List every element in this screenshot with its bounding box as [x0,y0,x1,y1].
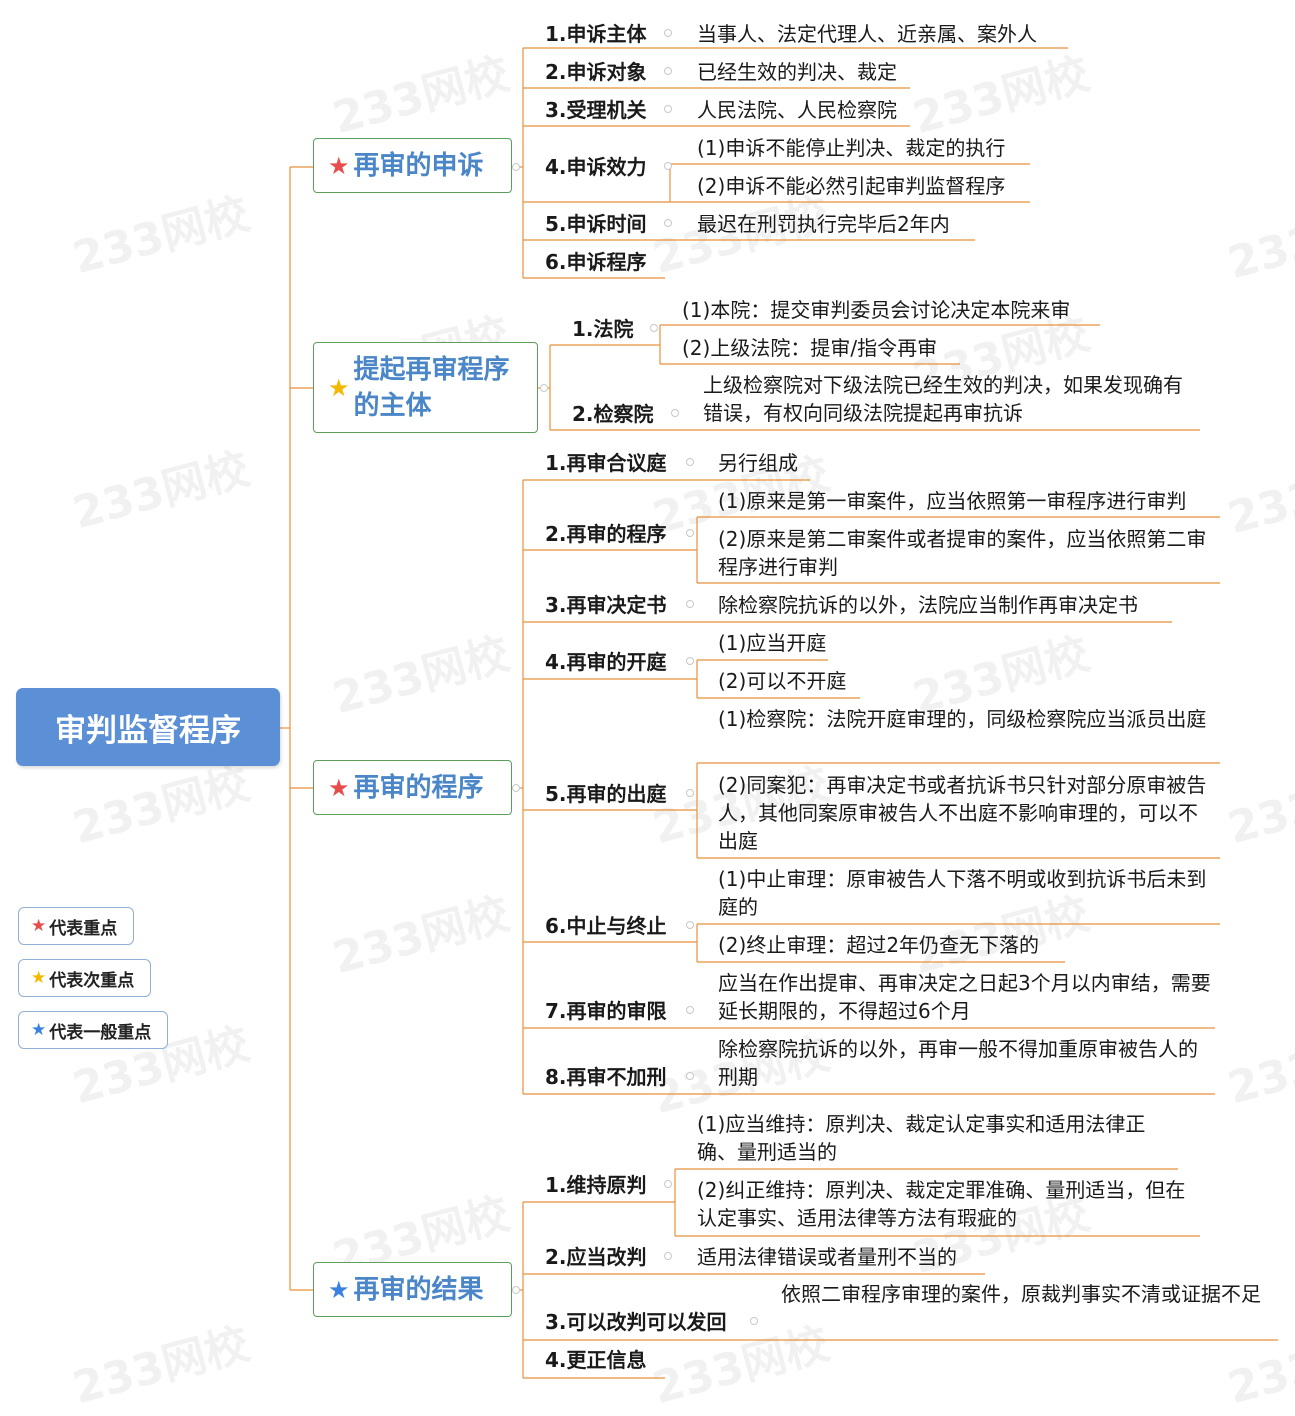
collapse-icon[interactable] [686,529,694,537]
topic-detail: 已经生效的判决、裁定 [697,60,897,84]
topic-detail: 适用法律错误或者量刑不当的 [697,1245,957,1269]
topic-detail: (2)上级法院：提审/指令再审 [682,336,938,360]
topic-label[interactable]: 2.再审的程序 [545,520,667,548]
collapse-icon[interactable] [664,29,672,37]
star-key-icon: ★ [328,151,350,180]
topic-label[interactable]: 7.再审的审限 [545,997,667,1025]
star-secondary-icon: ★ [31,968,47,988]
topic-detail: (2)纠正维持：原判决、裁定定罪准确、量刑适当，但在认定事实、适用法律等方法有瑕… [697,1178,1186,1230]
branch-label: 再审的申诉 [353,150,484,181]
topic-label[interactable]: 4.更正信息 [545,1346,647,1374]
topic-detail: 应当在作出提审、再审决定之日起3个月以内审结，需要延长期限的，不得超过6个月 [718,971,1211,1023]
branch-label: 提起再审程序 的主体 [353,354,510,421]
topic-detail: (1)原来是第一审案件，应当依照第一审程序进行审判 [718,489,1187,513]
collapse-icon[interactable] [664,219,672,227]
topic-detail: (2)可以不开庭 [718,669,847,693]
topic-label[interactable]: 2.检察院 [572,400,654,428]
topic-label[interactable]: 4.再审的开庭 [545,648,667,676]
topic-detail: (2)申诉不能必然引起审判监督程序 [697,174,1006,198]
branch-initiating-subject[interactable]: ★ 提起再审程序 的主体 [313,342,538,433]
collapse-icon[interactable] [664,1252,672,1260]
topic-detail: (1)中止审理：原审被告人下落不明或收到抗诉书后未到庭的 [718,867,1207,919]
topic-label[interactable]: 5.申诉时间 [545,210,647,238]
collapse-icon[interactable] [664,67,672,75]
topic-label[interactable]: 4.申诉效力 [545,153,647,181]
collapse-icon[interactable] [750,1317,758,1325]
topic-label[interactable]: 1.法院 [572,315,634,343]
collapse-icon[interactable] [686,921,694,929]
collapse-icon[interactable] [512,784,520,792]
topic-detail: 另行组成 [718,451,798,475]
collapse-icon[interactable] [686,458,694,466]
topic-detail: (2)终止审理：超过2年仍查无下落的 [718,933,1040,957]
root-label: 审判监督程序 [55,712,241,749]
branch-appeal[interactable]: ★ 再审的申诉 [313,138,512,193]
topic-detail: (2)原来是第二审案件或者提审的案件，应当依照第二审程序进行审判 [718,527,1207,579]
collapse-icon[interactable] [512,163,520,171]
topic-detail: 依照二审程序审理的案件，原裁判事实不清或证据不足 [781,1282,1261,1306]
collapse-icon[interactable] [650,324,658,332]
star-key-icon: ★ [328,773,350,802]
topic-label[interactable]: 1.申诉主体 [545,20,647,48]
topic-detail: (1)检察院：法院开庭审理的，同级检察院应当派员出庭 [718,707,1207,731]
collapse-icon[interactable] [664,105,672,113]
topic-label[interactable]: 2.申诉对象 [545,58,647,86]
branch-retrial-result[interactable]: ★ 再审的结果 [313,1262,512,1317]
collapse-icon[interactable] [686,1006,694,1014]
star-general-icon: ★ [31,1020,47,1040]
topic-label[interactable]: 2.应当改判 [545,1243,647,1271]
collapse-icon[interactable] [540,384,548,392]
topic-detail: 当事人、法定代理人、近亲属、案外人 [697,22,1037,46]
collapse-icon[interactable] [512,1286,520,1294]
collapse-icon[interactable] [671,409,679,417]
topic-detail: (1)本院：提交审判委员会讨论决定本院来审 [682,298,1071,322]
legend-secondary: ★ 代表次重点 [18,959,151,997]
topic-label[interactable]: 6.中止与终止 [545,912,667,940]
topic-label[interactable]: 8.再审不加刑 [545,1063,667,1091]
legend-general: ★ 代表一般重点 [18,1011,168,1049]
topic-detail: (1)申诉不能停止判决、裁定的执行 [697,136,1006,160]
topic-label[interactable]: 6.申诉程序 [545,248,647,276]
topic-detail: 上级检察院对下级法院已经生效的判决，如果发现确有错误，有权向同级法院提起再审抗诉 [703,373,1183,425]
topic-detail: (2)同案犯：再审决定书或者抗诉书只针对部分原审被告人，其他同案原审被告人不出庭… [718,773,1207,853]
topic-label[interactable]: 1.再审合议庭 [545,449,667,477]
collapse-icon[interactable] [664,1180,672,1188]
star-key-icon: ★ [31,916,47,936]
collapse-icon[interactable] [686,789,694,797]
legend-key: ★ 代表重点 [18,907,134,945]
branch-retrial-procedure[interactable]: ★ 再审的程序 [313,760,512,815]
topic-detail: 人民法院、人民检察院 [697,98,897,122]
topic-label[interactable]: 1.维持原判 [545,1171,647,1199]
topic-label[interactable]: 3.受理机关 [545,96,647,124]
topic-label[interactable]: 5.再审的出庭 [545,780,667,808]
topic-detail: (1)应当开庭 [718,631,827,655]
collapse-icon[interactable] [664,162,672,170]
topic-detail: (1)应当维持：原判决、裁定认定事实和适用法律正确、量刑适当的 [697,1112,1146,1164]
topic-label[interactable]: 3.再审决定书 [545,591,667,619]
root-node[interactable]: 审判监督程序 [16,688,280,766]
branch-label: 再审的结果 [353,1274,484,1305]
topic-detail: 最迟在刑罚执行完毕后2年内 [697,212,950,236]
topic-detail: 除检察院抗诉的以外，再审一般不得加重原审被告人的刑期 [718,1037,1198,1089]
topic-detail: 除检察院抗诉的以外，法院应当制作再审决定书 [718,593,1138,617]
branch-label: 再审的程序 [353,772,484,803]
topic-label[interactable]: 3.可以改判可以发回 [545,1308,727,1336]
collapse-icon[interactable] [686,657,694,665]
collapse-icon[interactable] [686,1072,694,1080]
star-general-icon: ★ [328,1275,350,1304]
star-secondary-icon: ★ [328,373,350,402]
collapse-icon[interactable] [686,600,694,608]
